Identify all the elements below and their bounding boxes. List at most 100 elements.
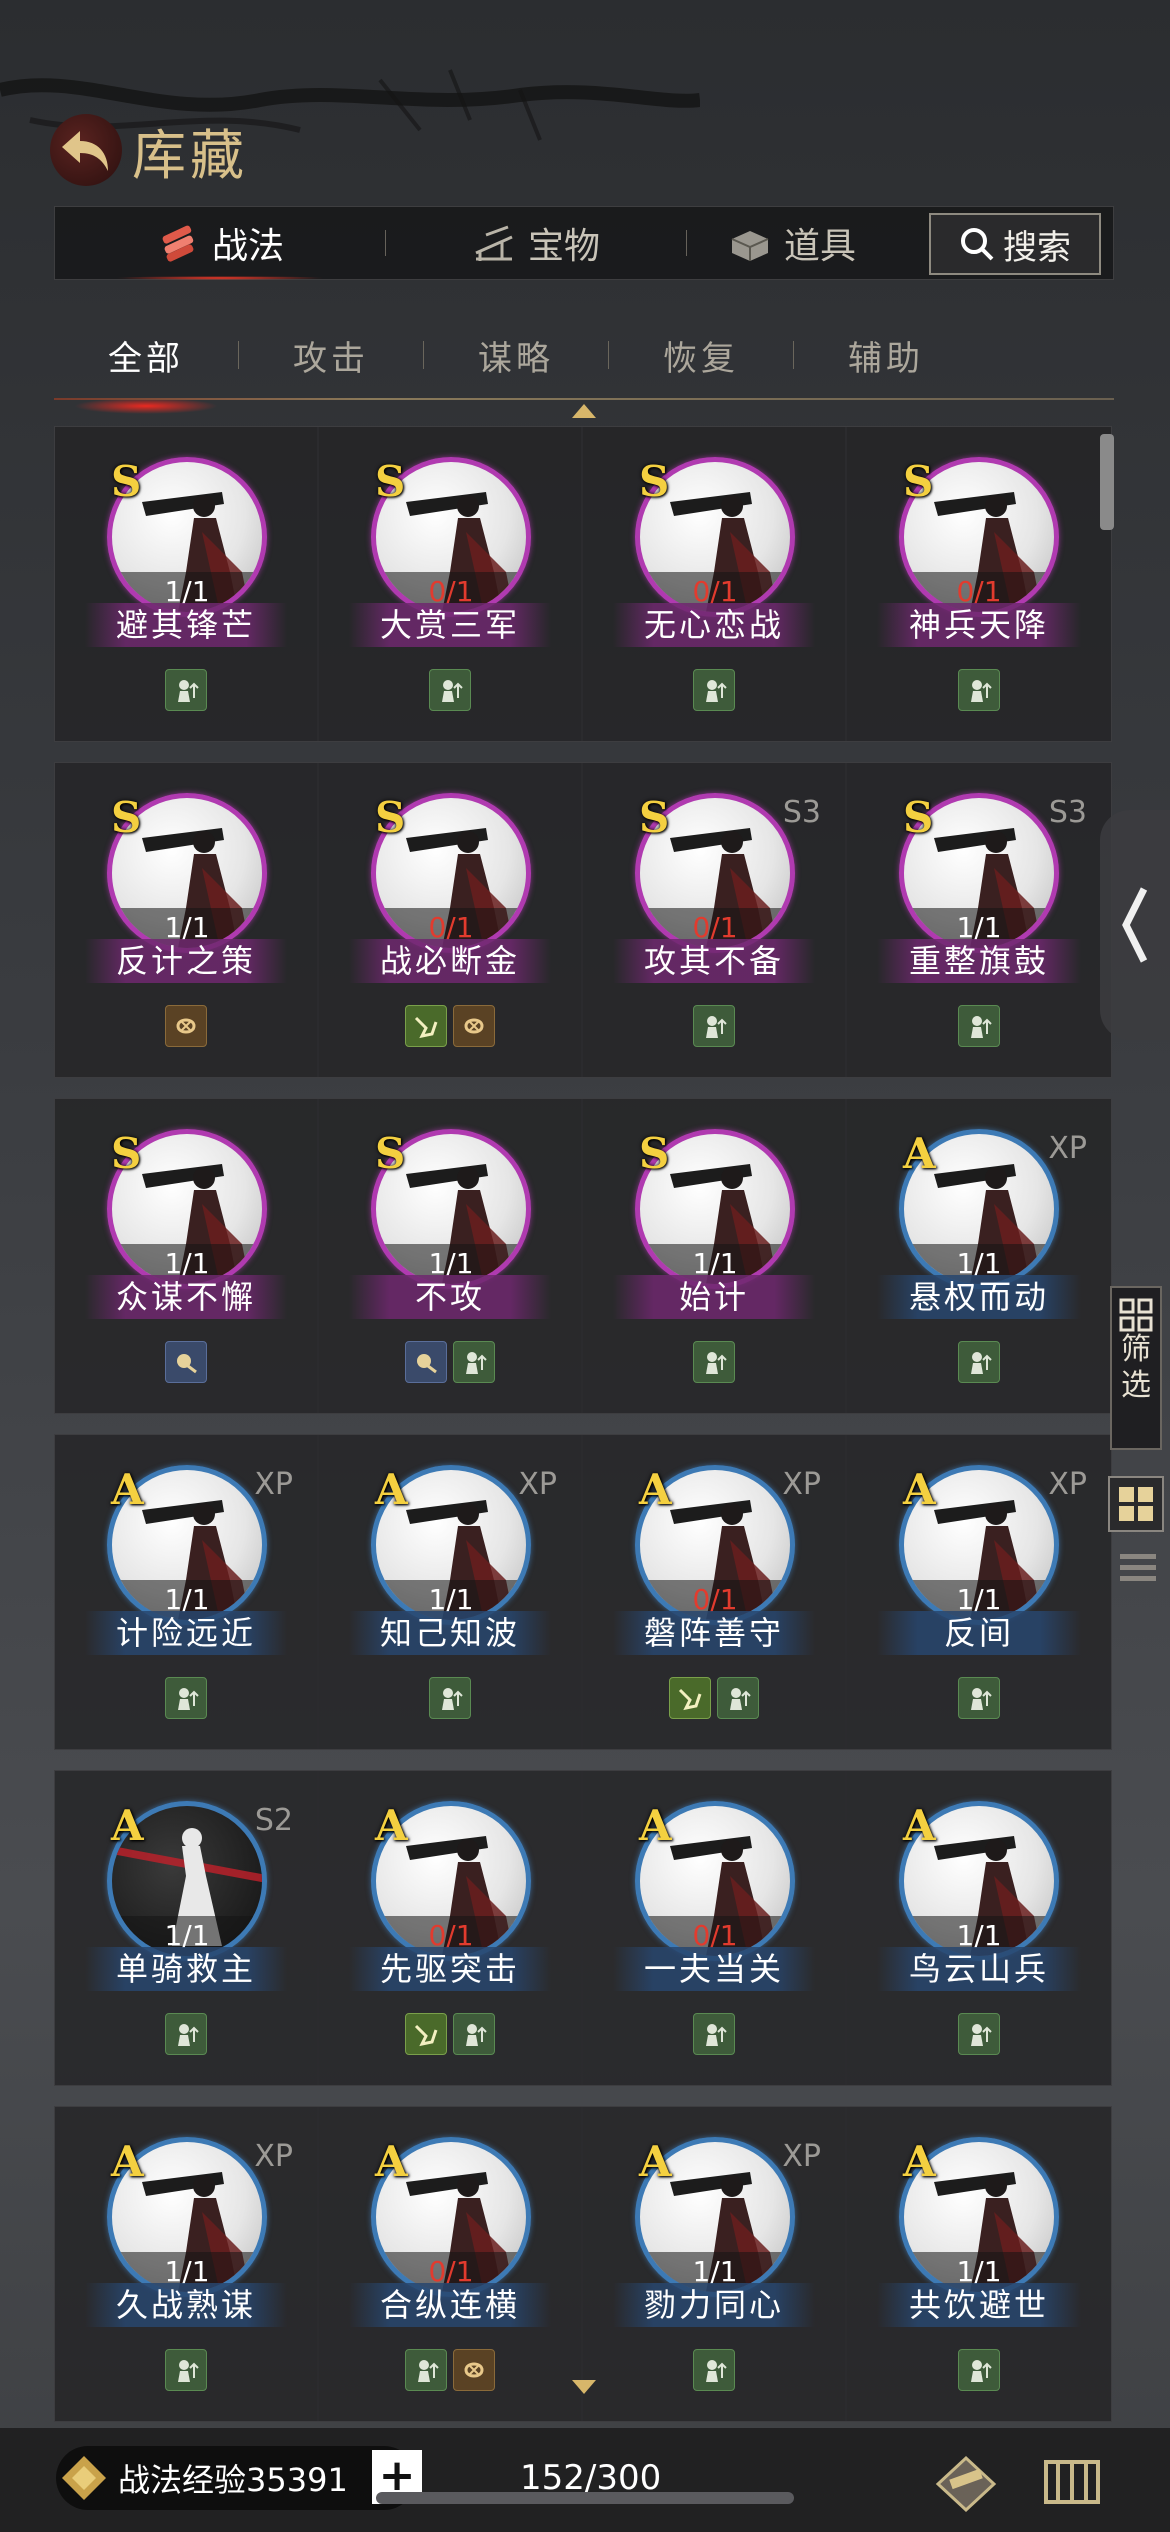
tactic-card[interactable]: 1/1 A 鸟云山兵: [847, 1771, 1111, 2085]
strategy-icon: [165, 1341, 207, 1383]
attack-slash-icon: [405, 2013, 447, 2055]
filter-label-2: 选: [1121, 1368, 1151, 1403]
grade-badge: A: [111, 1801, 144, 1850]
subtab-recovery[interactable]: 恢复: [609, 331, 793, 380]
category-tab-bar: 战法 宝物 道具 搜索: [54, 206, 1114, 280]
tactic-name: 众谋不懈: [85, 1275, 287, 1319]
tactic-card[interactable]: 0/1 S 无心恋战: [583, 427, 847, 741]
tactic-card[interactable]: 1/1 A XP 知己知波: [319, 1435, 583, 1749]
tactic-name: 避其锋芒: [85, 603, 287, 647]
trait-badges: [55, 1341, 317, 1383]
tab-items[interactable]: 道具: [717, 206, 867, 280]
tab-treasures[interactable]: 宝物: [386, 206, 686, 280]
tactic-card[interactable]: 0/1 A XP 磐阵善守: [583, 1435, 847, 1749]
sub-tab-underline: [54, 398, 1114, 400]
troop-up-icon: [958, 2013, 1000, 2055]
tactic-card[interactable]: 1/1 A XP 反间: [847, 1435, 1111, 1749]
tactic-name: 磐阵善守: [613, 1611, 815, 1655]
back-button[interactable]: [50, 114, 122, 186]
scroll-bundle-icon: [162, 225, 194, 262]
scrollbar[interactable]: [1100, 434, 1114, 530]
strategy-icon: [405, 1341, 447, 1383]
grade-badge: S: [375, 1129, 406, 1178]
tactic-card[interactable]: 0/1 A 先驱突击: [319, 1771, 583, 2085]
tactic-card[interactable]: 1/1 S 避其锋芒: [55, 427, 319, 741]
bundle-icon[interactable]: [930, 2444, 1002, 2516]
season-tag: XP: [254, 1467, 293, 1502]
helmet-icon: [453, 1005, 495, 1047]
troop-up-icon: [165, 2349, 207, 2391]
troop-up-icon: [405, 2349, 447, 2391]
tactic-name: 无心恋战: [613, 603, 815, 647]
list-view-icon[interactable]: [1118, 1548, 1158, 1588]
tactic-name: 大赏三军: [349, 603, 551, 647]
tactic-card[interactable]: 1/1 A XP 勠力同心: [583, 2107, 847, 2421]
grade-badge: A: [375, 1801, 408, 1850]
grade-badge: A: [639, 1465, 672, 1514]
troop-up-icon: [958, 1005, 1000, 1047]
subtab-all[interactable]: 全部: [54, 331, 238, 414]
tactic-card[interactable]: 1/1 S S3 重整旗鼓: [847, 763, 1111, 1077]
scroll-down-arrow-icon: [572, 2380, 596, 2394]
tactic-name: 勠力同心: [613, 2283, 815, 2327]
tactic-card[interactable]: 1/1 A XP 久战熟谋: [55, 2107, 319, 2421]
filter-button[interactable]: 筛 选: [1110, 1286, 1162, 1450]
tactic-card[interactable]: 1/1 S 众谋不懈: [55, 1099, 319, 1413]
tactic-card[interactable]: 0/1 A 一夫当关: [583, 1771, 847, 2085]
grade-badge: A: [375, 1465, 408, 1514]
trait-badges: [319, 669, 581, 711]
tactic-card[interactable]: 1/1 A S2 单骑救主: [55, 1771, 319, 2085]
trait-badges: [55, 1005, 317, 1047]
tactic-card[interactable]: 0/1 S 战必断金: [319, 763, 583, 1077]
tactics-row: 1/1 A XP 久战熟谋 0/1 A 合纵连横 1/1 A XP 勠力同心 1/1 A 共饮避世: [54, 2106, 1112, 2422]
tactic-card[interactable]: 1/1 A XP 计险远近: [55, 1435, 319, 1749]
tactics-exp-display: 战法经验35391: [56, 2446, 416, 2510]
subtab-support[interactable]: 辅助: [794, 331, 978, 380]
search-icon: [961, 228, 994, 261]
trait-badges: [583, 669, 845, 711]
exp-scroll-icon: [62, 2456, 106, 2500]
troop-up-icon: [693, 1005, 735, 1047]
trait-badges: [583, 2349, 845, 2391]
tactics-row: 1/1 S 反计之策 0/1 S 战必断金 0/1 S S3 攻其不备 1/1 S S3 重整旗鼓: [54, 762, 1112, 1078]
search-button[interactable]: 搜索: [929, 213, 1101, 275]
tactics-row: 1/1 A XP 计险远近 1/1 A XP 知己知波 0/1 A XP 磐阵善守 1/1 A XP 反间: [54, 1434, 1112, 1750]
tactic-card[interactable]: 1/1 S 反计之策: [55, 763, 319, 1077]
tactic-name: 鸟云山兵: [877, 1947, 1081, 1991]
tactic-card[interactable]: 1/1 S 始计: [583, 1099, 847, 1413]
grade-badge: A: [375, 2137, 408, 2186]
grade-badge: A: [639, 2137, 672, 2186]
trait-badges: [847, 669, 1111, 711]
tactic-name: 神兵天降: [877, 603, 1081, 647]
filter-grid-icon: [1119, 1298, 1153, 1332]
pavilion-icon: [475, 225, 513, 261]
chest-icon: [731, 231, 769, 261]
tab-tactics[interactable]: 战法: [55, 206, 385, 280]
subtab-attack[interactable]: 攻击: [239, 331, 423, 380]
tactic-card[interactable]: 0/1 S 大赏三军: [319, 427, 583, 741]
grid-view-toggle[interactable]: [1108, 1476, 1164, 1532]
grade-badge: S: [375, 457, 406, 506]
tab-label: 宝物: [527, 226, 600, 267]
troop-up-icon: [165, 2013, 207, 2055]
tactic-card[interactable]: 1/1 S 不攻: [319, 1099, 583, 1413]
helmet-icon: [165, 1005, 207, 1047]
grade-badge: S: [639, 793, 670, 842]
fence-icon[interactable]: [1036, 2444, 1108, 2516]
troop-up-icon: [429, 669, 471, 711]
chevron-left-icon: [1122, 887, 1148, 963]
tactic-card[interactable]: 0/1 A 合纵连横: [319, 2107, 583, 2421]
tactic-name: 重整旗鼓: [877, 939, 1081, 983]
tactic-card[interactable]: 1/1 A 共饮避世: [847, 2107, 1111, 2421]
tactic-card[interactable]: 1/1 A XP 悬权而动: [847, 1099, 1111, 1413]
season-tag: XP: [1048, 1131, 1087, 1166]
tactic-name: 一夫当关: [613, 1947, 815, 1991]
tactic-card[interactable]: 0/1 S 神兵天降: [847, 427, 1111, 741]
trait-badges: [847, 1341, 1111, 1383]
troop-up-icon: [958, 2349, 1000, 2391]
trait-badges: [847, 1677, 1111, 1719]
tactic-card[interactable]: 0/1 S S3 攻其不备: [583, 763, 847, 1077]
attack-slash-icon: [669, 1677, 711, 1719]
subtab-strategy[interactable]: 谋略: [424, 331, 608, 380]
side-drawer-tab[interactable]: [1100, 810, 1170, 1040]
